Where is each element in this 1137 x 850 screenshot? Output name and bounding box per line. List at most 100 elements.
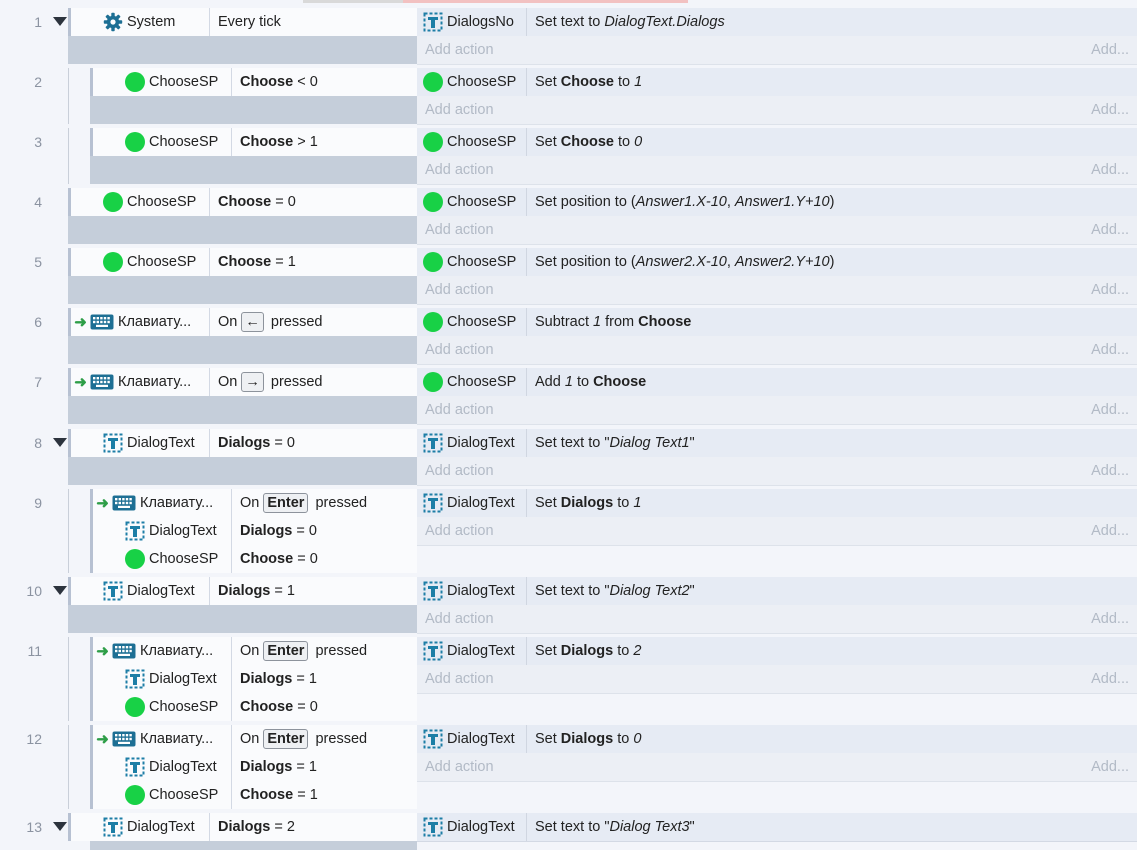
add-action-row[interactable]: Add action Add... [417,665,1137,694]
conditions-block[interactable]: ChooseSP Choose = 1 [68,248,417,276]
add-more-link[interactable]: Add... [1091,222,1137,238]
condition[interactable]: ➜ Клавиату... On Enter pressed [93,725,417,754]
condition-object[interactable]: ChooseSP [71,248,210,276]
conditions-block[interactable]: ➜ Клавиату... On Enter pressed DialogText Di… [90,489,417,573]
add-action-row[interactable]: Add action Add... [417,276,1137,305]
action[interactable]: DialogText Set Dialogs to 1 [417,489,1137,518]
conditions-block[interactable]: System Every tick [68,8,417,36]
condition[interactable]: ChooseSP Choose = 1 [71,248,417,276]
conditions-block[interactable]: DialogText Dialogs = 2 [68,813,417,841]
condition-object[interactable]: ➜ Клавиату... [71,368,210,396]
conditions-block[interactable]: ➜ Клавиату... On Enter pressed DialogText Di… [90,725,417,809]
add-action-link[interactable]: Add action [417,611,494,627]
add-action-link[interactable]: Add action [417,671,494,687]
condition[interactable]: DialogText Dialogs = 1 [93,665,417,694]
action-object[interactable]: ChooseSP [417,188,527,216]
add-more-link[interactable]: Add... [1091,342,1137,358]
collapse-toggle[interactable] [53,822,67,831]
action-object[interactable]: DialogText [417,813,527,841]
conditions-block[interactable]: ChooseSP Choose < 0 [90,68,417,96]
add-action-link[interactable]: Add action [417,463,494,479]
add-action-link[interactable]: Add action [417,402,494,418]
action-object[interactable]: DialogText [417,489,527,517]
condition-object[interactable]: ChooseSP [93,545,232,573]
condition[interactable]: ChooseSP Choose = 0 [71,188,417,216]
add-action-row[interactable]: Add action Add... [417,36,1137,65]
condition[interactable]: ChooseSP Choose < 0 [93,68,417,96]
add-action-row[interactable]: Add action Add... [417,517,1137,546]
action-object[interactable]: DialogsNo [417,8,527,36]
condition[interactable]: ChooseSP Choose = 0 [93,545,417,573]
condition-object[interactable]: DialogText [93,753,232,781]
action[interactable]: ChooseSP Set Choose to 0 [417,128,1137,157]
add-action-row[interactable]: Add action Add... [417,396,1137,425]
condition[interactable]: System Every tick [71,8,417,36]
condition[interactable]: ➜ Клавиату... On ← pressed [71,308,417,336]
action[interactable]: DialogText Set text to "Dialog Text3" [417,813,1137,842]
conditions-block[interactable]: ChooseSP Choose = 0 [68,188,417,216]
condition[interactable]: ➜ Клавиату... On Enter pressed [93,637,417,666]
conditions-block[interactable]: ➜ Клавиату... On ← pressed [68,308,417,336]
action[interactable]: DialogText Set Dialogs to 2 [417,637,1137,666]
action-object[interactable]: ChooseSP [417,308,527,336]
condition-object[interactable]: ➜ Клавиату... [71,308,210,336]
condition-object[interactable]: ➜ Клавиату... [93,489,232,517]
add-action-link[interactable]: Add action [417,102,494,118]
add-more-link[interactable]: Add... [1091,42,1137,58]
condition[interactable]: ChooseSP Choose > 1 [93,128,417,156]
action[interactable]: DialogText Set text to "Dialog Text2" [417,577,1137,606]
action[interactable]: ChooseSP Set Choose to 1 [417,68,1137,97]
condition-object[interactable]: DialogText [93,665,232,693]
action-object[interactable]: ChooseSP [417,68,527,96]
add-action-row[interactable]: Add action Add... [417,216,1137,245]
condition-object[interactable]: ChooseSP [93,781,232,809]
collapse-toggle[interactable] [53,438,67,447]
action-object[interactable]: DialogText [417,429,527,457]
condition[interactable]: ChooseSP Choose = 1 [93,781,417,809]
add-more-link[interactable]: Add... [1091,102,1137,118]
action[interactable]: ChooseSP Add 1 to Choose [417,368,1137,397]
add-action-link[interactable]: Add action [417,523,494,539]
action[interactable]: ChooseSP Set position to (Answer2.X-10, A… [417,248,1137,277]
add-more-link[interactable]: Add... [1091,671,1137,687]
condition[interactable]: DialogText Dialogs = 0 [93,517,417,546]
add-action-link[interactable]: Add action [417,222,494,238]
condition[interactable]: DialogText Dialogs = 2 [71,813,417,841]
add-action-link[interactable]: Add action [417,282,494,298]
condition-object[interactable]: ChooseSP [93,693,232,721]
action[interactable]: DialogText Set Dialogs to 0 [417,725,1137,754]
condition-object[interactable]: DialogText [93,517,232,545]
action-object[interactable]: ChooseSP [417,128,527,156]
condition[interactable]: ➜ Клавиату... On → pressed [71,368,417,396]
add-more-link[interactable]: Add... [1091,162,1137,178]
condition[interactable]: DialogText Dialogs = 1 [71,577,417,605]
add-more-link[interactable]: Add... [1091,611,1137,627]
add-action-link[interactable]: Add action [417,162,494,178]
condition-object[interactable]: ➜ Клавиату... [93,637,232,665]
add-action-link[interactable]: Add action [417,759,494,775]
condition[interactable]: ➜ Клавиату... On Enter pressed [93,489,417,518]
action-object[interactable]: ChooseSP [417,248,527,276]
condition[interactable]: DialogText Dialogs = 0 [71,429,417,457]
add-action-row[interactable]: Add action Add... [417,336,1137,365]
add-more-link[interactable]: Add... [1091,463,1137,479]
action-object[interactable]: DialogText [417,637,527,665]
add-action-row[interactable]: Add action Add... [417,96,1137,125]
condition-object[interactable]: ➜ Клавиату... [93,725,232,753]
add-action-row[interactable]: Add action Add... [417,753,1137,782]
add-more-link[interactable]: Add... [1091,282,1137,298]
condition-object[interactable]: DialogText [71,429,210,457]
conditions-block[interactable]: DialogText Dialogs = 0 [68,429,417,457]
action-object[interactable]: ChooseSP [417,368,527,396]
action[interactable]: ChooseSP Subtract 1 from Choose [417,308,1137,337]
condition-object[interactable]: ChooseSP [71,188,210,216]
action[interactable]: DialogsNo Set text to DialogText.Dialogs [417,8,1137,37]
add-more-link[interactable]: Add... [1091,402,1137,418]
condition-object[interactable]: DialogText [71,577,210,605]
conditions-block[interactable]: ➜ Клавиату... On Enter pressed DialogText Di… [90,637,417,721]
condition-object[interactable]: ChooseSP [93,128,232,156]
add-action-link[interactable]: Add action [417,342,494,358]
condition[interactable]: DialogText Dialogs = 1 [93,753,417,782]
add-action-row[interactable]: Add action Add... [417,156,1137,185]
add-action-row[interactable]: Add action Add... [417,457,1137,486]
